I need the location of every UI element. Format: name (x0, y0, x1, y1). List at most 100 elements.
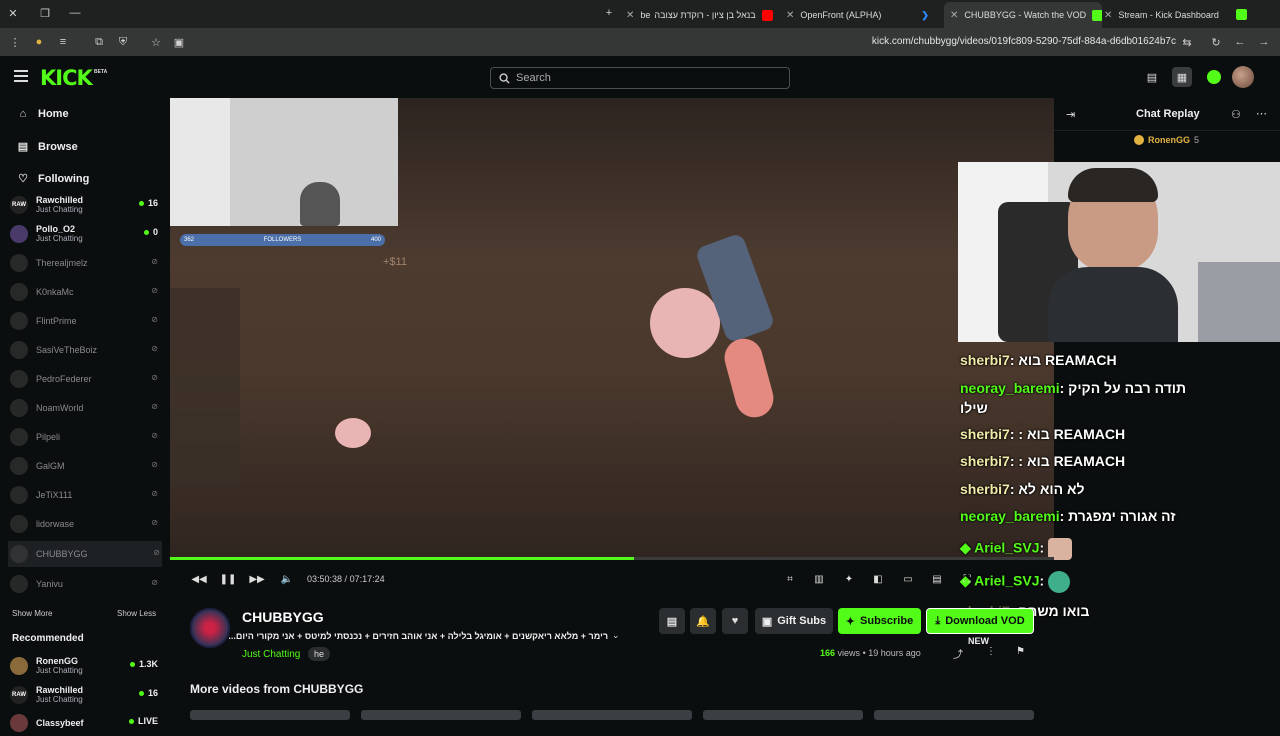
chevron-down-icon[interactable]: ⌄ (612, 630, 620, 641)
language-tag[interactable]: he (308, 647, 331, 661)
more-options-icon[interactable]: ⋯ (1256, 107, 1267, 120)
nav-following[interactable]: ♡ Following (16, 172, 89, 186)
channel-info: CHUBBYGG רימר + מלאא ריאקשנים + אומיגל ב… (188, 604, 1048, 670)
viewer-count: 1.3K (130, 659, 158, 669)
video-thumbnail[interactable] (361, 710, 521, 720)
search-input[interactable] (516, 72, 766, 84)
shield-icon[interactable]: ⛨ (114, 33, 132, 51)
reload-icon[interactable]: ↻ (1207, 33, 1225, 51)
subscribe-button[interactable]: ✦ Subscribe (838, 608, 921, 634)
nav-home[interactable]: ⌂ Home (16, 108, 69, 120)
tab-close-icon[interactable]: ✕ (786, 10, 794, 21)
forward-icon[interactable]: → (1255, 33, 1273, 51)
window-minimize-icon[interactable]: — (66, 4, 84, 22)
sidebar-channel-rawchilled[interactable]: RAW Rawchilled Just Chatting 16 (10, 192, 160, 218)
bell-icon[interactable]: 🔔 (690, 608, 716, 634)
hamburger-menu-icon[interactable] (14, 70, 28, 82)
sidebar-channel-offline[interactable]: JeTiX111 ⊘ (10, 482, 160, 508)
screenshot-icon[interactable]: ▣ (170, 33, 188, 51)
share-icon[interactable]: ⧉ (90, 33, 108, 51)
extension-icon[interactable]: ● (30, 33, 48, 51)
offline-icon: ⊘ (151, 431, 158, 440)
tab-close-icon[interactable]: ✕ (950, 10, 958, 21)
pause-icon[interactable]: ❚❚ (220, 572, 237, 586)
channel-avatar[interactable] (190, 608, 230, 648)
kick-logo[interactable]: KICK (40, 66, 93, 90)
site-settings-icon[interactable]: ⇆ (1178, 33, 1196, 51)
download-vod-button[interactable]: ⤓ Download VOD (926, 608, 1034, 634)
browser-tab-dashboard[interactable]: ✕ Stream - Kick Dashboard (1104, 4, 1254, 26)
sidebar-recommended-rawchilled[interactable]: RAW Rawchilled Just Chatting 16 (10, 682, 160, 708)
sidebar-channel-offline[interactable]: PedroFederer ⊘ (10, 366, 160, 392)
dashboard-icon[interactable]: ▦ (1172, 67, 1192, 87)
youtube-favicon-icon (761, 9, 773, 21)
sidebar-channel-offline[interactable]: SasiVeTheBoiz ⊘ (10, 337, 160, 363)
tab-close-icon[interactable]: ✕ (1104, 10, 1112, 21)
settings-sparkle-icon[interactable]: ✦ (842, 572, 856, 586)
video-thumbnail[interactable] (874, 710, 1034, 720)
sidebar-recommended-ronengg[interactable]: RonenGG Just Chatting 1.3K (10, 653, 160, 679)
offline-icon: ⊘ (151, 257, 158, 266)
rewind-icon[interactable]: ◀◀ (191, 572, 206, 586)
share-icon[interactable]: ⤴ (953, 646, 963, 661)
offline-icon: ⊘ (151, 489, 158, 498)
fast-forward-icon[interactable]: ▶▶ (249, 572, 264, 586)
fullscreen-icon[interactable]: ⛶ (960, 572, 974, 586)
gift-subs-button[interactable]: ▣ Gift Subs (755, 608, 833, 634)
video-progress-bar[interactable] (170, 557, 1054, 560)
new-tab-icon[interactable]: + (600, 4, 618, 22)
browser-tab-youtube[interactable]: ✕ be בנאל בן ציון - רוקדת עצובה (626, 4, 776, 26)
category-link[interactable]: Just Chatting (242, 649, 300, 660)
theater-icon[interactable]: ▭ (901, 572, 915, 586)
window-close-icon[interactable]: ✕ (4, 4, 22, 22)
bookmark-star-icon[interactable]: ☆ (147, 33, 165, 51)
back-icon[interactable]: ← (1231, 33, 1249, 51)
sidebar-channel-offline[interactable]: lidorwase ⊘ (10, 511, 160, 537)
pip-icon[interactable]: ◧ (871, 572, 885, 586)
gift-icon[interactable]: ▤ (1142, 67, 1162, 87)
kick-k-icon[interactable] (1204, 67, 1224, 87)
video-player[interactable]: 362 FOLLOWERS 400 +$11 (170, 98, 1054, 558)
chat-message: neoray_baremi: זה אגורה ימפגרת (960, 508, 1176, 524)
nav-browse[interactable]: ▤ Browse (16, 140, 78, 154)
sidebar-channel-offline[interactable]: K0nkaMc ⊘ (10, 279, 160, 305)
offline-icon: ⊘ (151, 286, 158, 295)
sidebar-channel-offline[interactable]: GalGM ⊘ (10, 453, 160, 479)
users-icon[interactable]: ⚇ (1231, 108, 1241, 121)
sidebar-channel-offline[interactable]: Pilpeli ⊘ (10, 424, 160, 450)
search-box[interactable] (490, 67, 790, 89)
stats-icon[interactable]: ▥ (812, 572, 826, 586)
volume-icon[interactable]: 🔈 (280, 572, 294, 586)
show-less-link[interactable]: Show Less (117, 609, 156, 618)
heart-icon[interactable]: ♥ (722, 608, 748, 634)
sidebar-channel-pollo[interactable]: Pollo_O2 Just Chatting 0 (10, 221, 160, 247)
sidebar-recommended-classybeef[interactable]: Classybeef LIVE (10, 710, 160, 736)
avatar (10, 486, 28, 504)
menu-dots-icon[interactable]: ⋮ (6, 33, 24, 51)
flag-icon[interactable]: ⚑ (1016, 646, 1025, 657)
show-more-link[interactable]: Show More (12, 609, 52, 618)
tab-close-icon[interactable]: ✕ (626, 10, 634, 21)
window-restore-icon[interactable]: ❐ (36, 4, 54, 22)
time-display: 03:50:38 / 07:17:24 (307, 574, 385, 584)
sidebar-channel-selected[interactable]: CHUBBYGG ⊘ (8, 541, 162, 567)
notes-icon[interactable]: ▤ (659, 608, 685, 634)
channel-name[interactable]: CHUBBYGG (242, 609, 324, 625)
browser-tab-chubbygg[interactable]: ✕ CHUBBYGG - Watch the VOD (944, 2, 1102, 28)
browser-tab-openfront[interactable]: ✕ OpenFront (ALPHA) ❯ (786, 4, 936, 26)
more-options-icon[interactable]: ⋮ (986, 646, 996, 657)
collapse-chat-icon[interactable]: ⇥ (1066, 108, 1075, 121)
clip-icon[interactable]: ⌗ (783, 572, 797, 586)
address-bar-url[interactable]: kick.com/chubbygg/videos/019fc809-5290-7… (872, 36, 1176, 47)
captions-icon[interactable]: ▤ (930, 572, 944, 586)
sidebar-channel-offline[interactable]: Yanivu ⊘ (10, 571, 160, 597)
user-avatar[interactable] (1232, 66, 1254, 88)
sidebar-channel-offline[interactable]: Therealjmelz ⊘ (10, 250, 160, 276)
video-thumbnail[interactable] (703, 710, 863, 720)
reading-list-icon[interactable]: ≡ (54, 33, 72, 51)
video-thumbnail[interactable] (532, 710, 692, 720)
sidebar-channel-offline[interactable]: FlintPrime ⊘ (10, 308, 160, 334)
sidebar-channel-offline[interactable]: NoamWorld ⊘ (10, 395, 160, 421)
video-thumbnail[interactable] (190, 710, 350, 720)
beta-label: BETA (94, 69, 108, 75)
